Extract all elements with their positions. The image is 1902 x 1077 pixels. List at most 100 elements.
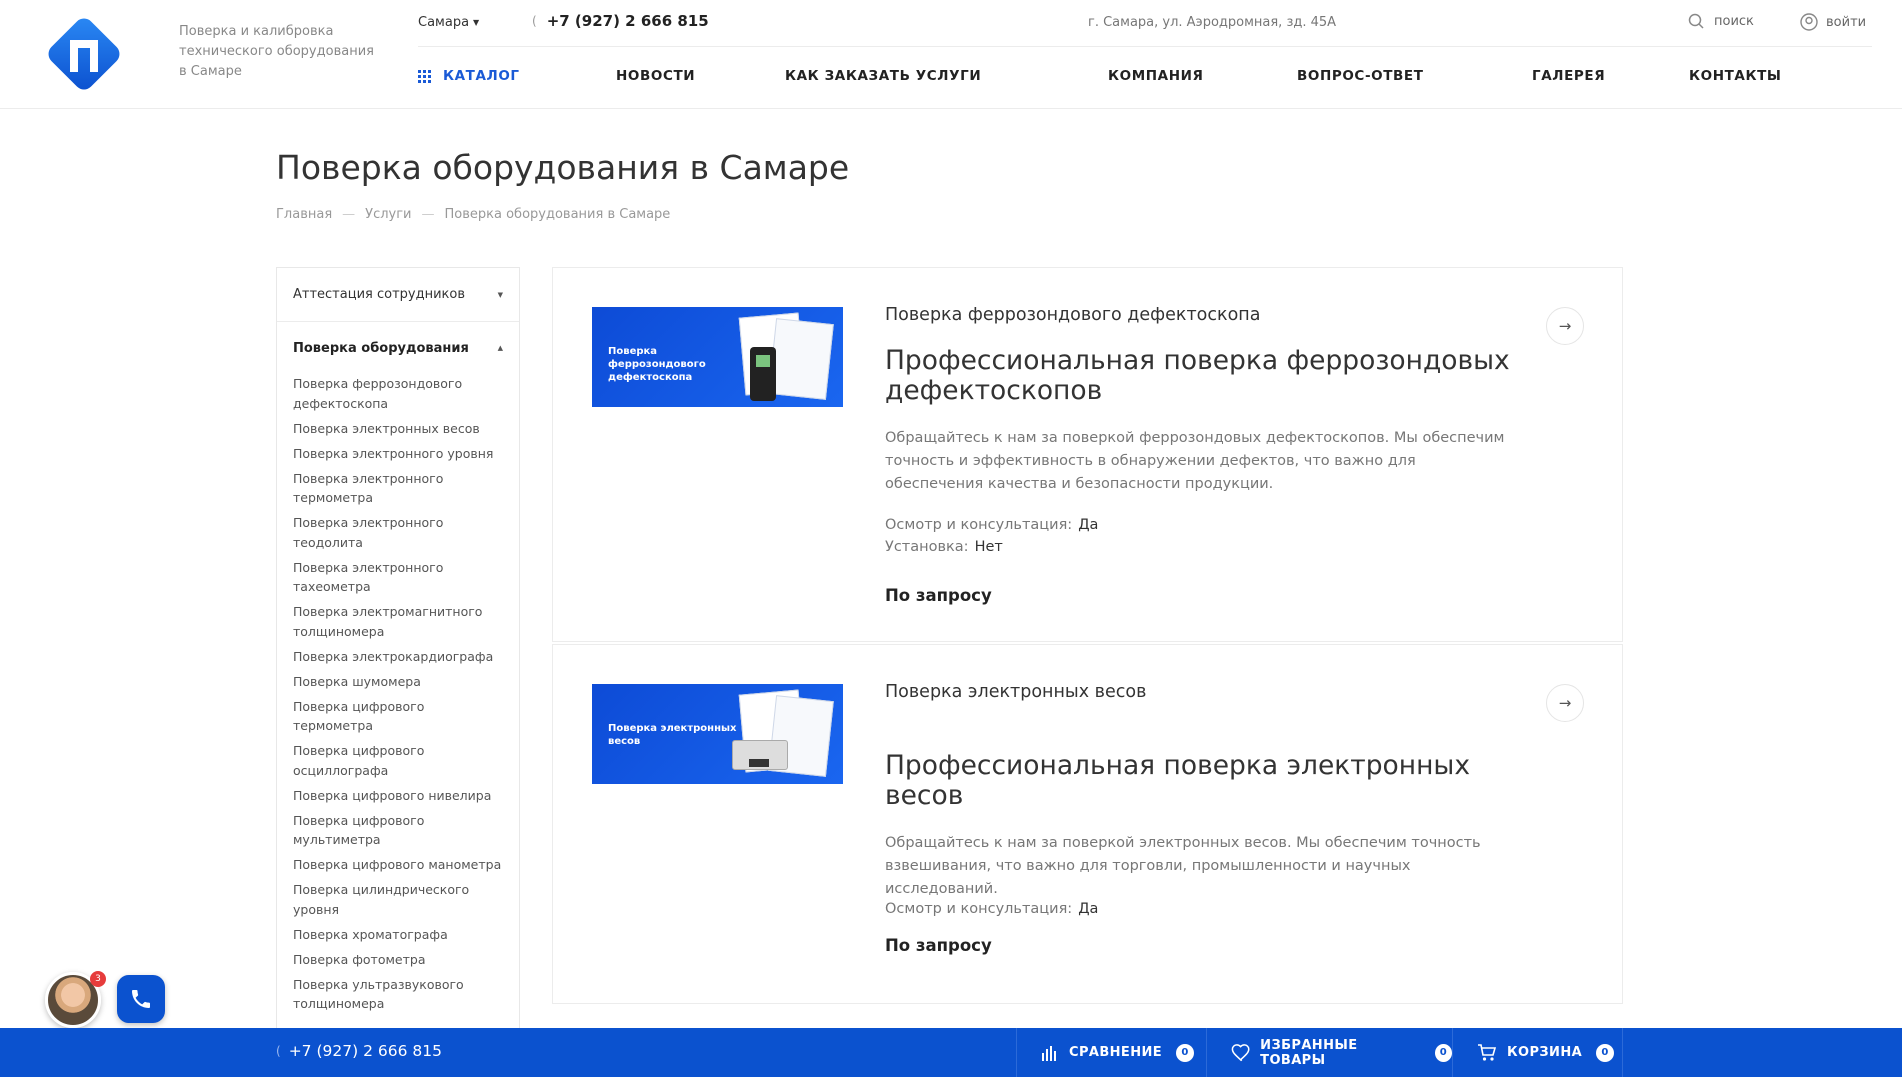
breadcrumb-separator: — (421, 207, 435, 222)
sidebar-item[interactable]: Поверка электромагнитного толщиномера (293, 602, 503, 641)
sidebar-item[interactable]: Поверка цилиндрического уровня (293, 880, 503, 919)
service-description: Обращайтесь к нам за поверкой электронны… (885, 835, 1481, 897)
nav-contacts[interactable]: Контакты (1689, 68, 1782, 84)
sidebar-item[interactable]: Поверка электронных весов (293, 419, 503, 439)
sidebar-item[interactable]: Поверка цифрового мультиметра (293, 811, 503, 850)
chevron-up-icon: ▲ (497, 344, 503, 352)
header-address: г. Самара, ул. Аэродромная, зд. 45А (1088, 15, 1337, 30)
cart-count: 0 (1596, 1043, 1615, 1062)
document-graphic (768, 318, 834, 400)
search-icon (1688, 13, 1704, 29)
bar-chart-icon (1042, 1045, 1056, 1061)
chevron-down-icon: ▼ (497, 290, 503, 299)
header-phone-number: +7 (927) 2 666 815 (546, 12, 709, 30)
sidebar-item[interactable]: Поверка цифрового нивелира (293, 786, 503, 806)
nav-catalog-label: Каталог (443, 68, 520, 84)
breadcrumb-home[interactable]: Главная (276, 207, 332, 222)
sidebar-item[interactable]: Поверка электронного уровня (293, 444, 503, 464)
sidebar-item[interactable]: Поверка электронного термометра (293, 469, 503, 508)
arrow-right-icon: → (1558, 694, 1572, 712)
service-title: Профессиональная поверка электронных вес… (885, 750, 1471, 811)
compare-count: 0 (1176, 1043, 1195, 1062)
user-icon (1800, 13, 1818, 31)
service-description: Обращайтесь к нам за поверкой феррозондо… (885, 430, 1505, 492)
service-image[interactable]: Поверка феррозондового дефектоскопа (592, 307, 843, 407)
cart-icon (1478, 1043, 1497, 1061)
sidebar-section-label: Аттестация сотрудников (293, 287, 465, 302)
service-prop: Осмотр и консультация: Да (885, 898, 1098, 920)
site-logo[interactable] (44, 14, 124, 94)
arrow-right-button[interactable]: → (1546, 307, 1584, 345)
arrow-right-button[interactable]: → (1546, 684, 1584, 722)
breadcrumb-current: Поверка оборудования в Самаре (444, 207, 671, 222)
login-label: войти (1826, 14, 1867, 30)
phone-icon: ( (276, 1044, 281, 1058)
header-topline: Самара ▼ ( +7 (927) 2 666 815 г. Самара,… (418, 0, 1872, 47)
sidebar-item[interactable]: Поверка хроматографа (293, 925, 503, 945)
service-title: Профессиональная поверка феррозондовых д… (885, 345, 1510, 406)
nav-news[interactable]: Новости (616, 68, 695, 84)
service-category-link[interactable]: Поверка электронных весов (885, 682, 1146, 702)
detector-device-graphic (750, 347, 776, 401)
nav-faq[interactable]: Вопрос-ответ (1297, 68, 1424, 84)
service-prop: Установка: Нет (885, 536, 1098, 558)
prop-value: Да (1078, 901, 1099, 917)
favorites-button[interactable]: Избранные товары 0 (1206, 1028, 1452, 1077)
sidebar-section-equipment[interactable]: Поверка оборудования ▲ (277, 322, 519, 374)
sidebar-item[interactable]: Поверка цифрового осциллографа (293, 741, 503, 780)
city-selector[interactable]: Самара ▼ (418, 15, 479, 30)
service-prop: Осмотр и консультация: Да (885, 514, 1098, 536)
service-image-label: Поверка электронных весов (608, 723, 737, 747)
search-button[interactable]: поиск (1688, 13, 1754, 29)
phone-icon: ( (532, 14, 537, 28)
callback-button[interactable] (117, 975, 165, 1023)
sidebar-section-attestation[interactable]: Аттестация сотрудников ▼ (277, 268, 519, 322)
arrow-right-icon: → (1558, 317, 1572, 335)
breadcrumb: Главная — Услуги — Поверка оборудования … (276, 207, 670, 222)
breadcrumb-services[interactable]: Услуги (365, 207, 411, 222)
sidebar-item[interactable]: Поверка ультразвукового толщиномера (293, 975, 503, 1014)
sidebar-item[interactable]: Поверка феррозондового дефектоскопа (293, 374, 503, 413)
favorites-label: Избранные товары (1260, 1037, 1358, 1068)
sidebar-item[interactable]: Поверка электрокардиографа (293, 647, 503, 667)
services-list: Поверка феррозондового дефектоскопа Пове… (552, 267, 1623, 1004)
prop-name: Осмотр и консультация: (885, 901, 1073, 917)
grid-icon (418, 69, 431, 83)
page-title: Поверка оборудования в Самаре (276, 148, 850, 187)
nav-company[interactable]: Компания (1108, 68, 1203, 84)
service-card: Поверка электронных весов Поверка электр… (552, 644, 1623, 1004)
header-phone[interactable]: ( +7 (927) 2 666 815 (532, 12, 709, 30)
nav-how-to-order[interactable]: Как заказать услуги (785, 68, 981, 84)
prop-name: Осмотр и консультация: (885, 517, 1073, 533)
main-nav: Каталог Новости Как заказать услуги Комп… (418, 48, 1872, 108)
chevron-down-icon: ▼ (473, 18, 480, 27)
service-price: По запросу (885, 936, 992, 955)
bottom-phone[interactable]: ( +7 (927) 2 666 815 (276, 1042, 442, 1060)
sidebar-item[interactable]: Поверка шумомера (293, 672, 503, 692)
sidebar-section-label: Поверка оборудования (293, 340, 469, 356)
sidebar-item[interactable]: Поверка цифрового термометра (293, 697, 503, 736)
service-category-link[interactable]: Поверка феррозондового дефектоскопа (885, 305, 1260, 325)
favorites-count: 0 (1434, 1043, 1452, 1062)
sidebar-item[interactable]: Поверка электронного теодолита (293, 513, 503, 552)
sidebar-item[interactable]: Поверка фотометра (293, 950, 503, 970)
compare-button[interactable]: Сравнение 0 (1016, 1028, 1206, 1077)
sidebar-item[interactable]: Поверка цифрового манометра (293, 855, 503, 875)
site-header: Поверка и калибровка технического оборуд… (0, 0, 1902, 109)
cart-button[interactable]: Корзина 0 (1452, 1028, 1623, 1077)
notification-badge: 3 (90, 971, 106, 987)
cart-label: Корзина (1507, 1045, 1583, 1060)
service-props: Осмотр и консультация: Да (885, 898, 1098, 920)
service-image[interactable]: Поверка электронных весов (592, 684, 843, 784)
compare-label: Сравнение (1069, 1045, 1163, 1060)
breadcrumb-separator: — (342, 207, 356, 222)
search-label: поиск (1714, 13, 1754, 29)
service-props: Осмотр и консультация: Да Установка: Нет (885, 514, 1098, 558)
nav-catalog[interactable]: Каталог (418, 68, 520, 84)
city-label: Самара (418, 15, 470, 30)
sidebar-item[interactable]: Поверка электронного тахеометра (293, 558, 503, 597)
nav-gallery[interactable]: Галерея (1532, 68, 1605, 84)
login-button[interactable]: войти (1800, 13, 1866, 31)
bottom-phone-number: +7 (927) 2 666 815 (288, 1042, 442, 1060)
sidebar-submenu: Поверка феррозондового дефектоскопа Пове… (277, 374, 519, 1014)
